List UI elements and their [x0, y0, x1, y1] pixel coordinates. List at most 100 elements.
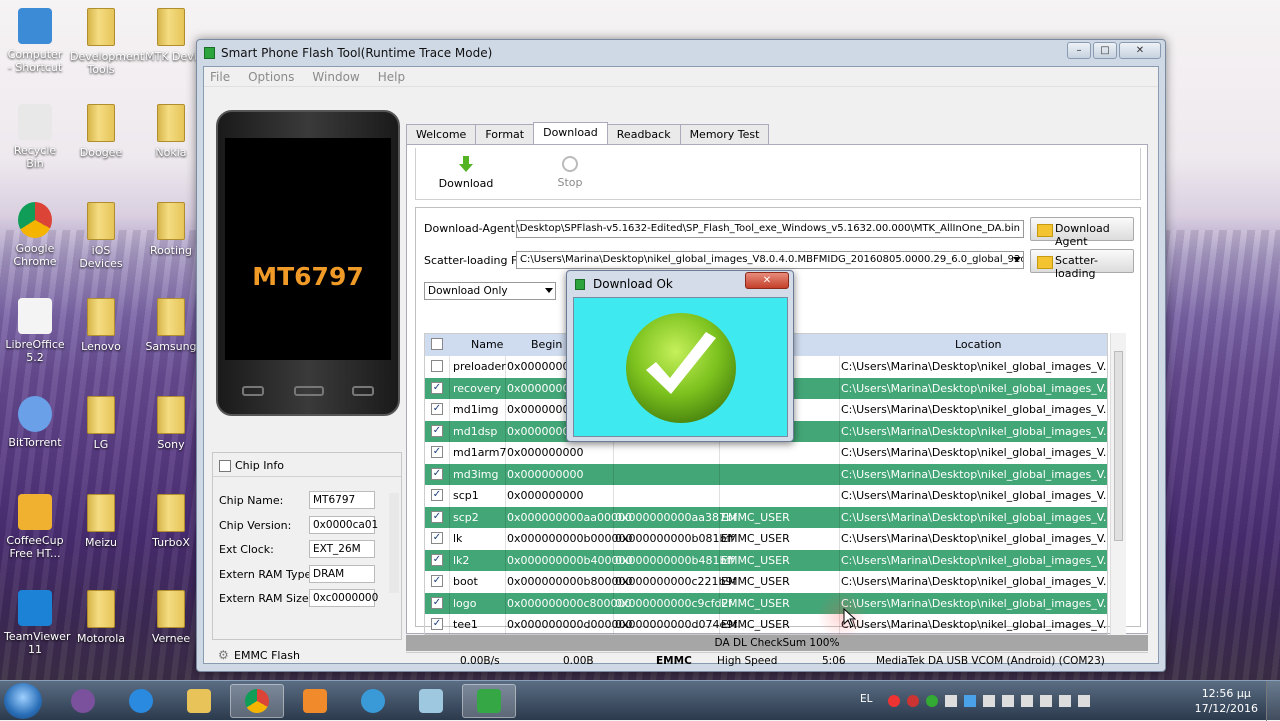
tray-app-icon[interactable] — [983, 695, 995, 707]
chip-field-value[interactable]: EXT_26M — [309, 540, 375, 558]
col-location-header[interactable]: Location — [955, 338, 1002, 351]
tray-app-icon[interactable] — [907, 695, 919, 707]
scatter-loading-button[interactable]: Scatter-loading — [1030, 249, 1134, 280]
menu-help[interactable]: Help — [378, 70, 405, 84]
taskbar-notes[interactable] — [404, 684, 458, 718]
show-desktop-button[interactable] — [1266, 681, 1280, 721]
desktop-icon[interactable]: iOS Devices — [70, 202, 132, 270]
tab-memory-test[interactable]: Memory Test — [679, 124, 770, 144]
row-checkbox[interactable] — [431, 360, 443, 372]
tray-app-icon[interactable] — [964, 695, 976, 707]
tray-app-icon[interactable] — [926, 695, 938, 707]
taskbar-flash-tool[interactable] — [462, 684, 516, 718]
row-checkbox[interactable]: ✓ — [431, 618, 443, 630]
desktop-icon[interactable]: Nokia — [140, 104, 202, 159]
dialog-close-button[interactable]: ✕ — [745, 272, 789, 289]
download-button[interactable]: Download — [436, 156, 496, 190]
scatter-field[interactable]: C:\Users\Marina\Desktop\nikel_global_ima… — [516, 251, 1024, 269]
desktop-icon[interactable]: Sony — [140, 396, 202, 451]
tray-app-icon[interactable] — [1002, 695, 1014, 707]
desktop-icon[interactable]: Development Tools — [70, 8, 144, 76]
minimize-button[interactable]: – — [1067, 42, 1091, 59]
tab-readback[interactable]: Readback — [606, 124, 681, 144]
desktop-icon[interactable]: Computer - Shortcut — [4, 8, 66, 74]
row-checkbox[interactable]: ✓ — [431, 381, 443, 394]
desktop-icon[interactable]: MTK Devi — [140, 8, 202, 63]
desktop-icon[interactable]: BitTorrent — [4, 396, 66, 449]
taskbar-explorer[interactable] — [172, 684, 226, 718]
tray-app-icon[interactable] — [1021, 695, 1033, 707]
chip-field-value[interactable]: DRAM — [309, 564, 375, 583]
emmc-flash-header[interactable]: EMMC Flash — [218, 648, 300, 662]
download-agent-button[interactable]: Download Agent — [1030, 217, 1134, 248]
row-checkbox[interactable]: ✓ — [431, 532, 443, 544]
select-all-checkbox[interactable] — [431, 338, 443, 350]
taskbar-ie[interactable] — [114, 684, 168, 718]
desktop-icon[interactable]: Doogee — [70, 104, 132, 159]
desktop-icon[interactable]: Vernee — [140, 590, 202, 645]
title-bar[interactable]: Smart Phone Flash Tool(Runtime Trace Mod… — [197, 40, 1165, 66]
language-indicator[interactable]: EL — [860, 693, 872, 705]
row-checkbox[interactable]: ✓ — [431, 403, 443, 415]
table-row[interactable]: ✓ lk2 0x000000000b400000 0x000000000b481bff… — [425, 549, 1107, 571]
table-row[interactable]: ✓ lk 0x000000000b000000 0x000000000b081bff E… — [425, 528, 1107, 550]
start-button[interactable] — [4, 683, 42, 719]
table-row[interactable]: ✓ tee1 0x000000000d000000 0x000000000d074e9… — [425, 614, 1107, 634]
tab-welcome[interactable]: Welcome — [406, 124, 477, 144]
tab-download[interactable]: Download — [533, 122, 608, 144]
menu-window[interactable]: Window — [312, 70, 359, 84]
table-row[interactable]: ✓ scp1 0x000000000 C:\Users\Marina\Desktop\… — [425, 485, 1107, 507]
row-checkbox[interactable]: ✓ — [431, 467, 443, 480]
row-checkbox[interactable]: ✓ — [431, 489, 443, 501]
volume-icon[interactable] — [1078, 695, 1090, 707]
table-scrollbar-thumb[interactable] — [1114, 351, 1123, 541]
chip-info-header[interactable]: Chip Info — [213, 453, 401, 477]
tray-app-icon[interactable] — [888, 695, 900, 707]
table-row[interactable]: ✓ md3img 0x000000000 C:\Users\Marina\Deskto… — [425, 463, 1107, 485]
tray-app-icon[interactable] — [945, 695, 957, 707]
tray-app-icon[interactable] — [1040, 695, 1052, 707]
close-button[interactable]: ✕ — [1119, 42, 1161, 59]
maximize-button[interactable]: □ — [1093, 42, 1117, 59]
menu-options[interactable]: Options — [248, 70, 294, 84]
taskbar-chrome[interactable] — [230, 684, 284, 718]
row-checkbox[interactable]: ✓ — [431, 575, 443, 587]
menu-file[interactable]: File — [210, 70, 230, 84]
row-checkbox[interactable]: ✓ — [431, 424, 443, 437]
row-checkbox[interactable]: ✓ — [431, 446, 443, 458]
desktop-icon[interactable]: Google Chrome — [4, 202, 66, 268]
chip-field-value[interactable]: 0xc0000000 — [309, 589, 378, 607]
desktop-icon[interactable]: Motorola — [70, 590, 132, 645]
table-row[interactable]: ✓ md1arm7 0x000000000 C:\Users\Marina\Deskt… — [425, 442, 1107, 464]
desktop-icon[interactable]: Samsung — [140, 298, 202, 353]
clock[interactable]: 12:56 μμ 17/12/2016 — [1195, 686, 1258, 716]
chip-field-value[interactable]: 0x0000ca01 — [309, 515, 378, 534]
chip-info-scrollbar[interactable] — [389, 493, 399, 593]
desktop-icon[interactable]: Meizu — [70, 494, 132, 549]
table-row[interactable]: ✓ boot 0x000000000b800000 0x000000000c221b9… — [425, 571, 1107, 593]
taskbar-media[interactable] — [288, 684, 342, 718]
col-name-header[interactable]: Name — [471, 338, 503, 351]
row-checkbox[interactable]: ✓ — [431, 596, 443, 609]
row-checkbox[interactable]: ✓ — [431, 553, 443, 566]
desktop-icon[interactable]: LibreOffice 5.2 — [4, 298, 66, 364]
desktop-icon[interactable]: TeamViewer 11 — [4, 590, 70, 656]
taskbar-viber[interactable] — [56, 684, 110, 718]
table-row[interactable]: ✓ logo 0x000000000c800000 0x000000000c9cfd2… — [425, 592, 1107, 614]
desktop-icon[interactable]: TurboX — [140, 494, 202, 549]
stop-button[interactable]: Stop — [540, 156, 600, 189]
desktop-icon[interactable]: Lenovo — [70, 298, 132, 353]
row-checkbox[interactable]: ✓ — [431, 510, 443, 523]
desktop-icon[interactable]: LG — [70, 396, 132, 451]
network-icon[interactable] — [1059, 695, 1071, 707]
taskbar-recorder[interactable] — [346, 684, 400, 718]
desktop-icon[interactable]: Rooting — [140, 202, 202, 257]
desktop-icon[interactable]: CoffeeCup Free HT... — [4, 494, 66, 560]
chip-field-value[interactable]: MT6797 — [309, 491, 375, 509]
desktop-icon[interactable]: Recycle Bin — [4, 104, 66, 170]
download-agent-field[interactable]: Marina\Desktop\SPFlash-v5.1632-Edited\SP… — [516, 220, 1024, 238]
tab-format[interactable]: Format — [475, 124, 535, 144]
table-scrollbar[interactable] — [1110, 333, 1126, 635]
download-mode-select[interactable]: Download Only — [424, 282, 556, 300]
table-row[interactable]: ✓ scp2 0x000000000aa00000 0x000000000aa387b… — [425, 506, 1107, 528]
